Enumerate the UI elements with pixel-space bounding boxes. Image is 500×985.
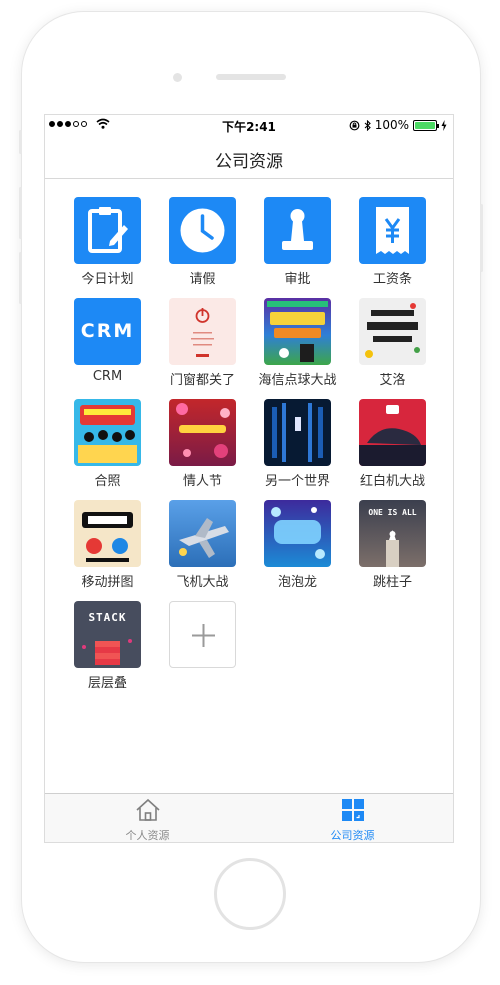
app-label: 今日计划 [81, 272, 134, 287]
app-bubble-dragon[interactable]: 泡泡龙 [250, 500, 345, 590]
front-camera [173, 73, 182, 82]
stack-game-thumbnail: STACK [74, 601, 141, 668]
app-doors-closed[interactable]: 门窗都关了 [155, 298, 250, 388]
clock-icon [169, 197, 236, 264]
tab-bar: 个人资源 公司资源 [45, 793, 453, 842]
rotation-lock-icon [349, 120, 360, 130]
airplane-game-thumbnail [169, 500, 236, 567]
red-sneaker-thumbnail [359, 399, 426, 466]
add-app-button[interactable] [155, 601, 250, 668]
app-label: 跳柱子 [372, 575, 412, 590]
app-label: 海信点球大战 [258, 373, 337, 388]
app-label: 审批 [284, 272, 311, 287]
app-payslip[interactable]: 工资条 [345, 197, 440, 287]
grid-icon [341, 799, 364, 821]
volume-up-button [19, 187, 22, 239]
app-another-world[interactable]: 另一个世界 [250, 399, 345, 489]
app-label: 另一个世界 [264, 474, 330, 489]
app-approval[interactable]: 审批 [250, 197, 345, 287]
app-label: 泡泡龙 [277, 575, 317, 590]
home-icon [135, 798, 160, 821]
app-crm[interactable]: CRM CRM [60, 298, 155, 384]
app-label: 移动拼图 [81, 575, 134, 590]
yen-receipt-icon [359, 197, 426, 264]
volume-down-button [19, 252, 22, 304]
app-label: 艾洛 [379, 373, 406, 388]
one-is-all-thumbnail: ONE IS ALL [359, 500, 426, 567]
app-group-photo[interactable]: 合照 [60, 399, 155, 489]
stamp-icon [264, 197, 331, 264]
app-plane-battle[interactable]: 飞机大战 [155, 500, 250, 590]
charging-icon [441, 119, 447, 131]
app-label: 层层叠 [87, 676, 127, 691]
app-nes-battle[interactable]: 红白机大战 [345, 399, 440, 489]
battery-icon [413, 119, 439, 131]
app-label: CRM [92, 369, 123, 384]
tab-personal-resources[interactable]: 个人资源 [45, 798, 250, 842]
tab-label: 个人资源 [125, 829, 170, 842]
app-label: 合照 [94, 474, 121, 489]
bubble-dragon-thumbnail [264, 500, 331, 567]
crm-text-icon: CRM [74, 298, 141, 365]
app-today-plan[interactable]: 今日计划 [60, 197, 155, 287]
valentine-thumbnail [169, 399, 236, 466]
status-bar: 下午2:41 100% [45, 115, 453, 135]
app-label: 门窗都关了 [169, 373, 235, 388]
app-jump-pillar[interactable]: ONE IS ALL 跳柱子 [345, 500, 440, 590]
page-title: 公司资源 [215, 152, 283, 172]
app-stack[interactable]: STACK 层层叠 [60, 601, 155, 691]
battery-percent: 100% [374, 118, 409, 132]
app-penalty-shootout[interactable]: 海信点球大战 [250, 298, 345, 388]
app-label: 工资条 [372, 272, 412, 287]
app-label: 红白机大战 [359, 474, 425, 489]
app-valentines[interactable]: 情人节 [155, 399, 250, 489]
soccer-game-thumbnail [264, 298, 331, 365]
power-button [480, 204, 483, 272]
group-photo-thumbnail [74, 399, 141, 466]
earpiece-speaker [216, 74, 286, 80]
plus-icon [169, 601, 236, 668]
app-mobile-puzzle[interactable]: 移动拼图 [60, 500, 155, 590]
elloworld-thumbnail [359, 298, 426, 365]
app-screen: 下午2:41 100% 公司资源 今日计划 请假 审批 工资条 CRM CRM … [44, 114, 454, 843]
tab-label: 公司资源 [330, 829, 375, 842]
navigation-bar: 公司资源 [45, 135, 453, 179]
app-leave[interactable]: 请假 [155, 197, 250, 287]
home-button[interactable] [214, 858, 286, 930]
tab-company-resources[interactable]: 公司资源 [250, 798, 453, 842]
mute-switch [19, 130, 22, 154]
clipboard-icon [74, 197, 141, 264]
power-thumbnail [169, 298, 236, 365]
app-ailuo[interactable]: 艾洛 [345, 298, 440, 388]
app-label: 情人节 [182, 474, 222, 489]
app-label: 飞机大战 [176, 575, 229, 590]
bluetooth-icon [364, 119, 371, 131]
dark-world-thumbnail [264, 399, 331, 466]
puzzle-thumbnail [74, 500, 141, 567]
app-label: 请假 [189, 272, 216, 287]
